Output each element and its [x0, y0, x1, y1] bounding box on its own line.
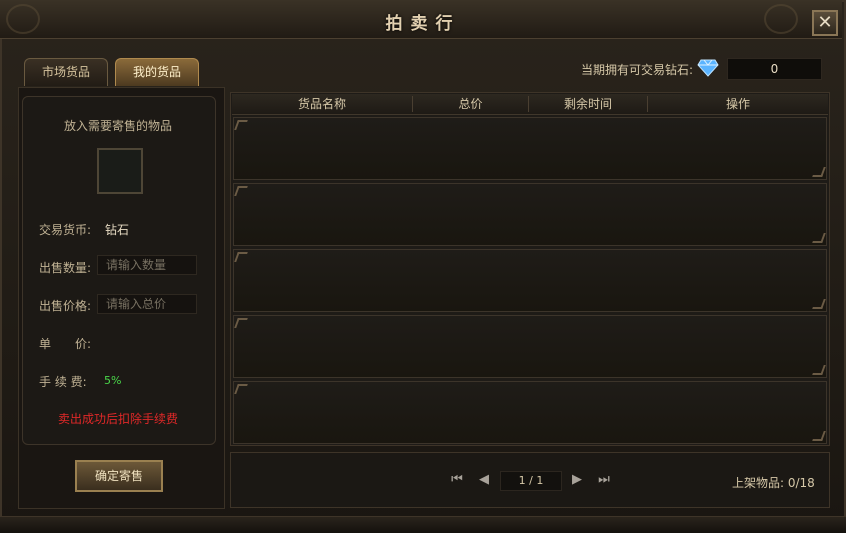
col-action: 操作	[725, 97, 750, 111]
fee-note: 卖出成功后扣除手续费	[57, 412, 178, 426]
close-button[interactable]: ✕	[812, 10, 838, 36]
item-slot[interactable]	[97, 148, 143, 194]
first-page-icon[interactable]: ⏮	[447, 472, 467, 488]
window-title: 拍卖行	[385, 14, 461, 34]
confirm-consign-button[interactable]: 确定寄售	[75, 460, 163, 492]
price-label: 出售价格:	[39, 299, 92, 313]
table-row[interactable]	[233, 381, 827, 444]
quantity-input[interactable]: 请输入数量	[97, 255, 197, 275]
table-row[interactable]	[233, 117, 827, 180]
put-item-label: 放入需要寄售的物品	[63, 119, 172, 133]
table-row[interactable]	[233, 315, 827, 378]
table-row[interactable]	[233, 249, 827, 312]
tab-market-goods[interactable]: 市场货品	[24, 58, 108, 86]
unit-price-label: 单 价:	[39, 337, 92, 351]
currency-label: 交易货币:	[39, 223, 92, 237]
col-goods-name: 货品名称	[297, 97, 346, 111]
col-total-price: 总价	[458, 97, 483, 111]
last-page-icon[interactable]: ⏭	[594, 472, 614, 488]
fee-value: 5%	[104, 374, 122, 387]
tab-my-goods[interactable]: 我的货品	[115, 58, 199, 86]
diamond-balance-value: 0	[727, 58, 822, 80]
diamond-icon	[697, 59, 719, 77]
currency-value: 钻石	[105, 223, 130, 237]
table-header: 货品名称 总价 剩余时间 操作	[232, 94, 828, 115]
quantity-label: 出售数量:	[39, 261, 92, 275]
price-input[interactable]: 请输入总价	[97, 294, 197, 314]
page-indicator: 1 / 1	[500, 471, 562, 491]
table-row[interactable]	[233, 183, 827, 246]
window-bottom-border	[0, 516, 846, 533]
col-time-left: 剩余时间	[563, 97, 612, 111]
listed-items-count: 上架物品: 0/18	[732, 476, 815, 490]
next-page-icon[interactable]: ▶	[567, 472, 587, 488]
prev-page-icon[interactable]: ◀	[474, 472, 494, 488]
diamond-balance-label: 当期拥有可交易钻石:	[581, 63, 694, 77]
fee-label: 手 续 费:	[39, 375, 87, 389]
